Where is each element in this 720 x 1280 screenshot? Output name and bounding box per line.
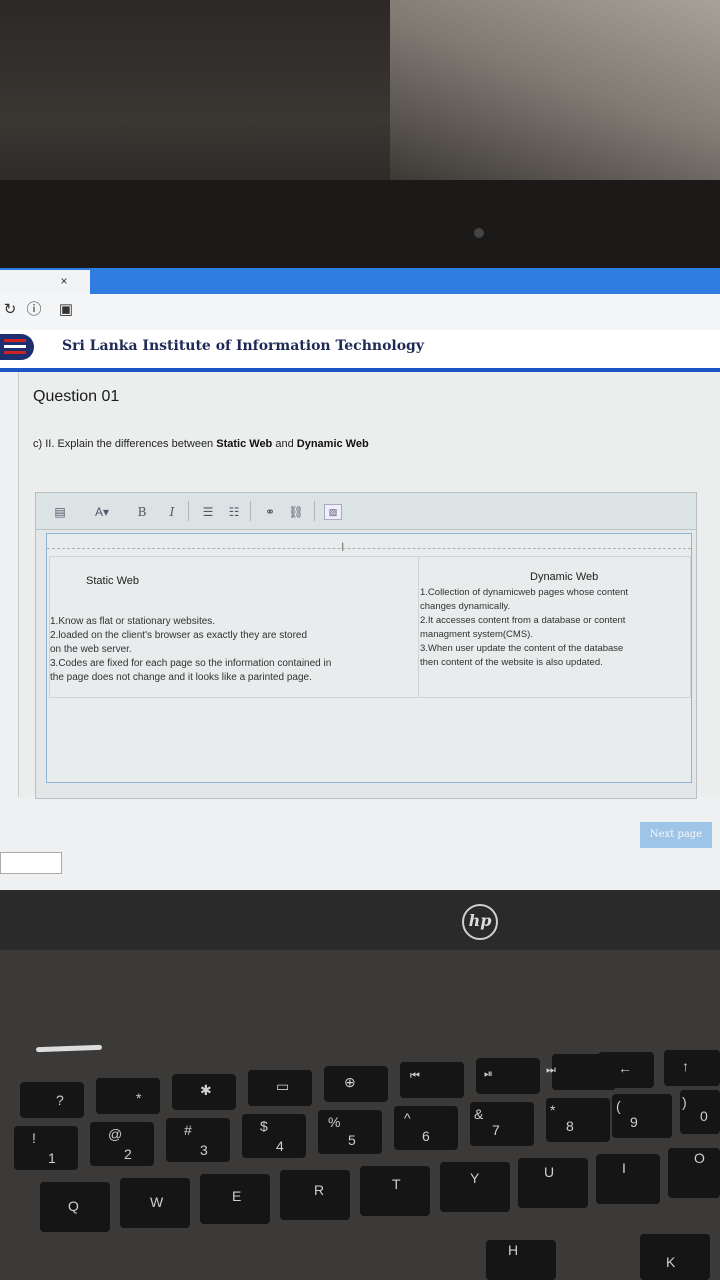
key-3[interactable]: # 3 bbox=[166, 1118, 230, 1162]
question-prefix: c) II. Explain the differences between bbox=[33, 438, 214, 450]
static-line: 2.loaded on the client's browser as exac… bbox=[50, 630, 308, 641]
key-f6[interactable]: ⏮ bbox=[400, 1062, 464, 1098]
question-term-dynamic: Dynamic Web bbox=[296, 438, 369, 450]
key-5[interactable]: % 5 bbox=[318, 1110, 382, 1154]
chevron-down-icon: ▾ bbox=[102, 505, 110, 519]
toolbar-separator bbox=[314, 501, 315, 521]
font-size-dropdown[interactable]: A▾ bbox=[86, 502, 118, 522]
editor-text-area[interactable]: I Static Web Dynamic Web 1.Know as flat … bbox=[46, 533, 692, 783]
table-header-static: Static Web bbox=[86, 575, 139, 587]
bold-button[interactable]: B bbox=[132, 502, 152, 522]
key-e[interactable]: E bbox=[200, 1174, 270, 1224]
key-i[interactable]: I bbox=[596, 1154, 660, 1204]
site-header: Sri Lanka Institute of Information Techn… bbox=[0, 330, 720, 372]
static-line: 3.Codes are fixed for each page so the i… bbox=[50, 658, 332, 669]
dynamic-web-cell[interactable]: 1.Collection of dynamicweb pages whose c… bbox=[420, 586, 690, 670]
laptop-chin bbox=[0, 890, 720, 950]
key-9[interactable]: ( 9 bbox=[612, 1094, 672, 1138]
unlink-icon[interactable]: ⛓ bbox=[286, 502, 306, 522]
info-icon[interactable]: ⓘ bbox=[24, 300, 44, 320]
dynamic-line: 3.When user update the content of the da… bbox=[420, 643, 624, 654]
table-header-dynamic: Dynamic Web bbox=[530, 571, 599, 583]
font-size-label: A bbox=[94, 505, 103, 519]
static-line: the page does not change and it looks li… bbox=[50, 672, 312, 683]
key-r[interactable]: R bbox=[280, 1170, 350, 1220]
dynamic-line: changes dynamically. bbox=[420, 601, 511, 612]
italic-button[interactable]: I bbox=[162, 502, 182, 522]
key-t[interactable]: T bbox=[360, 1166, 430, 1216]
dynamic-line: 2.It accesses content from a database or… bbox=[420, 615, 626, 626]
question-text: c) II. Explain the differences between S… bbox=[33, 438, 369, 450]
page-bottom-field[interactable] bbox=[0, 852, 62, 874]
browser-tab[interactable] bbox=[0, 270, 90, 294]
key-f3[interactable]: ✱ bbox=[172, 1074, 236, 1110]
key-u[interactable]: U bbox=[518, 1158, 588, 1208]
pdf-icon[interactable]: ▣ bbox=[56, 300, 76, 320]
link-icon[interactable]: ⚭ bbox=[260, 502, 280, 522]
toolbar-separator bbox=[188, 501, 189, 521]
static-web-cell[interactable]: 1.Know as flat or stationary websites. 2… bbox=[50, 615, 412, 685]
key-y[interactable]: Y bbox=[440, 1162, 510, 1212]
question-title: Question 01 bbox=[33, 388, 120, 405]
browser-tab-bar: × bbox=[0, 268, 720, 294]
key-4[interactable]: $ 4 bbox=[242, 1114, 306, 1158]
question-term-static: Static Web bbox=[216, 438, 273, 450]
dynamic-line: 1.Collection of dynamicweb pages whose c… bbox=[420, 587, 629, 598]
image-icon[interactable]: ▨ bbox=[324, 504, 342, 520]
reload-icon[interactable]: ↻ bbox=[0, 300, 20, 320]
key-f1[interactable]: ? bbox=[20, 1082, 84, 1118]
dynamic-line: then content of the website is also upda… bbox=[420, 657, 603, 668]
table-column-divider bbox=[418, 557, 419, 697]
key-2[interactable]: @ 2 bbox=[90, 1122, 154, 1166]
tab-close-button[interactable]: × bbox=[52, 270, 76, 292]
key-1[interactable]: ! 1 bbox=[14, 1126, 78, 1170]
question-and: and bbox=[275, 438, 294, 450]
toolbar-separator bbox=[250, 501, 251, 521]
key-f10[interactable]: ↑ bbox=[664, 1050, 720, 1086]
key-f9[interactable]: ← bbox=[598, 1052, 654, 1088]
laptop-screen: × ↻ ⓘ ▣ Sri Lanka Institute of Informati… bbox=[0, 268, 720, 890]
institute-name: Sri Lanka Institute of Information Techn… bbox=[62, 338, 424, 354]
next-page-button[interactable]: Next page bbox=[640, 822, 712, 848]
key-f5[interactable]: ⊕ bbox=[324, 1066, 388, 1102]
key-o[interactable]: O bbox=[668, 1148, 720, 1198]
dynamic-line: managment system(CMS). bbox=[420, 629, 533, 640]
bullet-list-icon[interactable]: ☰ bbox=[198, 502, 218, 522]
key-f7[interactable]: ⏯ bbox=[476, 1058, 540, 1094]
browser-address-bar: ↻ ⓘ ▣ bbox=[0, 294, 720, 331]
editor-dotted-line bbox=[47, 548, 691, 549]
key-f4[interactable]: ▭ bbox=[248, 1070, 312, 1106]
key-q[interactable]: Q bbox=[40, 1182, 110, 1232]
page-content: Question 01 c) II. Explain the differenc… bbox=[0, 372, 720, 890]
sliit-logo bbox=[0, 334, 34, 360]
question-card: Question 01 c) II. Explain the differenc… bbox=[18, 372, 720, 799]
key-k[interactable]: K bbox=[640, 1234, 710, 1280]
static-line: 1.Know as flat or stationary websites. bbox=[50, 616, 216, 627]
text-cursor-icon: I bbox=[341, 540, 345, 554]
key-0[interactable]: ) 0 bbox=[680, 1090, 720, 1134]
static-line: on the web server. bbox=[50, 644, 132, 655]
editor-toolbar: ▤ A▾ B I ☰ ☷ ⚭ ⛓ ▨ bbox=[36, 493, 696, 530]
answer-table[interactable]: Static Web Dynamic Web 1.Know as flat or… bbox=[49, 556, 691, 698]
background-window-light bbox=[390, 0, 720, 190]
key-f2[interactable]: * bbox=[96, 1078, 160, 1114]
webcam bbox=[474, 228, 484, 238]
key-7[interactable]: & 7 bbox=[470, 1102, 534, 1146]
key-8[interactable]: * 8 bbox=[546, 1098, 610, 1142]
toolbar-toggle-icon[interactable]: ▤ bbox=[50, 502, 70, 522]
hp-logo: hp bbox=[462, 904, 498, 940]
key-h[interactable]: H bbox=[486, 1240, 556, 1280]
numbered-list-icon[interactable]: ☷ bbox=[224, 502, 244, 522]
key-w[interactable]: W bbox=[120, 1178, 190, 1228]
answer-editor: ▤ A▾ B I ☰ ☷ ⚭ ⛓ ▨ I Static Web Dynamic … bbox=[35, 492, 697, 799]
laptop-bezel bbox=[0, 180, 720, 280]
key-6[interactable]: ^ 6 bbox=[394, 1106, 458, 1150]
